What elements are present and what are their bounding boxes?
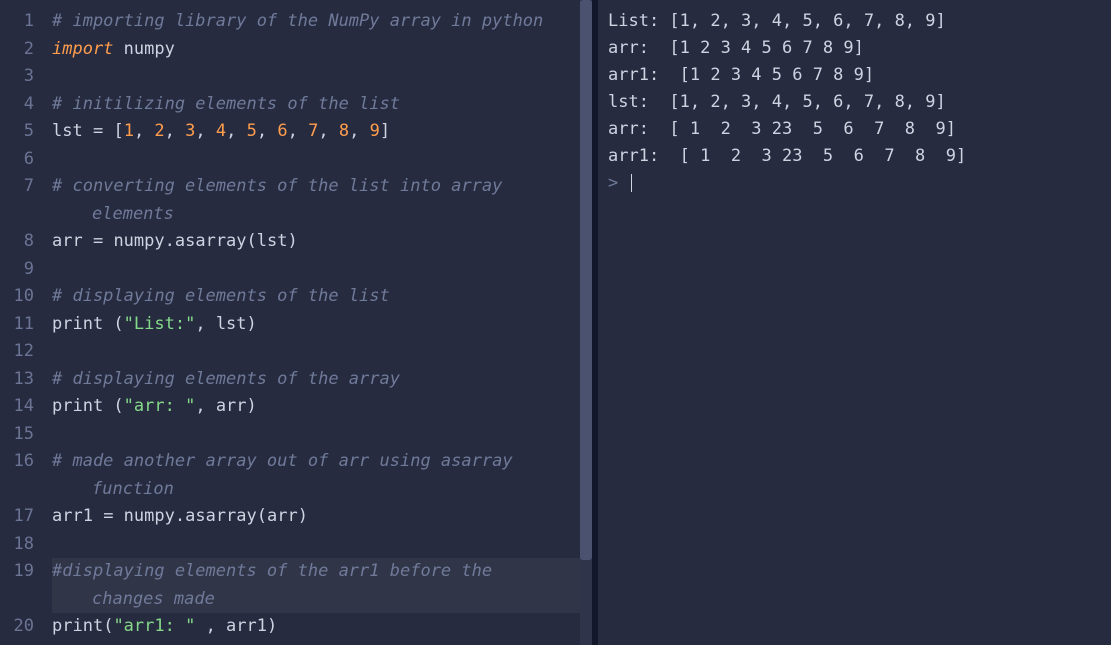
code-line[interactable] xyxy=(52,531,592,559)
code-line[interactable]: print ("arr: ", arr) xyxy=(52,393,592,421)
line-number: 8 xyxy=(0,228,34,256)
line-number: 4 xyxy=(0,91,34,119)
output-prompt[interactable]: > xyxy=(608,170,1111,197)
code-line[interactable]: #displaying elements of the arr1 before … xyxy=(52,558,592,586)
line-number: 6 xyxy=(0,146,34,174)
output-line: arr: [ 1 2 3 23 5 6 7 8 9] xyxy=(608,116,1111,143)
code-line-wrap[interactable]: function xyxy=(52,476,592,504)
editor-scrollbar-thumb[interactable] xyxy=(580,0,592,560)
code-line[interactable] xyxy=(52,256,592,284)
line-number: 20 xyxy=(0,613,34,641)
editor-pane[interactable]: 1234567891011121314151617181920 # import… xyxy=(0,0,592,645)
code-line[interactable]: arr1 = numpy.asarray(arr) xyxy=(52,503,592,531)
line-number: 19 xyxy=(0,558,34,586)
line-number-gutter: 1234567891011121314151617181920 xyxy=(0,0,44,645)
output-line: arr1: [ 1 2 3 23 5 6 7 8 9] xyxy=(608,143,1111,170)
code-line[interactable]: print("arr1: " , arr1) xyxy=(52,613,592,641)
output-pane[interactable]: List: [1, 2, 3, 4, 5, 6, 7, 8, 9]arr: [1… xyxy=(598,0,1111,645)
code-line-wrap[interactable]: changes made xyxy=(52,586,592,614)
code-line[interactable] xyxy=(52,63,592,91)
line-number: 11 xyxy=(0,311,34,339)
cursor xyxy=(631,174,632,192)
code-area[interactable]: # importing library of the NumPy array i… xyxy=(44,0,592,645)
code-line[interactable]: import numpy xyxy=(52,36,592,64)
line-number: 15 xyxy=(0,421,34,449)
code-line[interactable]: arr = numpy.asarray(lst) xyxy=(52,228,592,256)
line-number: 13 xyxy=(0,366,34,394)
code-line[interactable]: # displaying elements of the list xyxy=(52,283,592,311)
code-line[interactable]: # made another array out of arr using as… xyxy=(52,448,592,476)
line-number: 5 xyxy=(0,118,34,146)
code-line[interactable]: # displaying elements of the array xyxy=(52,366,592,394)
output-line: arr1: [1 2 3 4 5 6 7 8 9] xyxy=(608,62,1111,89)
line-number: 3 xyxy=(0,63,34,91)
code-line[interactable] xyxy=(52,146,592,174)
output-line: lst: [1, 2, 3, 4, 5, 6, 7, 8, 9] xyxy=(608,89,1111,116)
line-number: 12 xyxy=(0,338,34,366)
line-number: 18 xyxy=(0,531,34,559)
line-number: 1 xyxy=(0,8,34,36)
editor-scrollbar-track[interactable] xyxy=(580,0,592,645)
line-number: 7 xyxy=(0,173,34,201)
line-number: 16 xyxy=(0,448,34,476)
code-line[interactable]: # initilizing elements of the list xyxy=(52,91,592,119)
line-number: 2 xyxy=(0,36,34,64)
code-line[interactable] xyxy=(52,421,592,449)
output-line: List: [1, 2, 3, 4, 5, 6, 7, 8, 9] xyxy=(608,8,1111,35)
output-line: arr: [1 2 3 4 5 6 7 8 9] xyxy=(608,35,1111,62)
code-line[interactable]: # converting elements of the list into a… xyxy=(52,173,592,201)
code-line[interactable]: print ("List:", lst) xyxy=(52,311,592,339)
code-line-wrap[interactable]: elements xyxy=(52,201,592,229)
code-line[interactable] xyxy=(52,338,592,366)
line-number: 14 xyxy=(0,393,34,421)
code-line[interactable]: # importing library of the NumPy array i… xyxy=(52,8,592,36)
line-number: 17 xyxy=(0,503,34,531)
ide-root: 1234567891011121314151617181920 # import… xyxy=(0,0,1111,645)
code-line[interactable]: lst = [1, 2, 3, 4, 5, 6, 7, 8, 9] xyxy=(52,118,592,146)
line-number: 10 xyxy=(0,283,34,311)
line-number: 9 xyxy=(0,256,34,284)
